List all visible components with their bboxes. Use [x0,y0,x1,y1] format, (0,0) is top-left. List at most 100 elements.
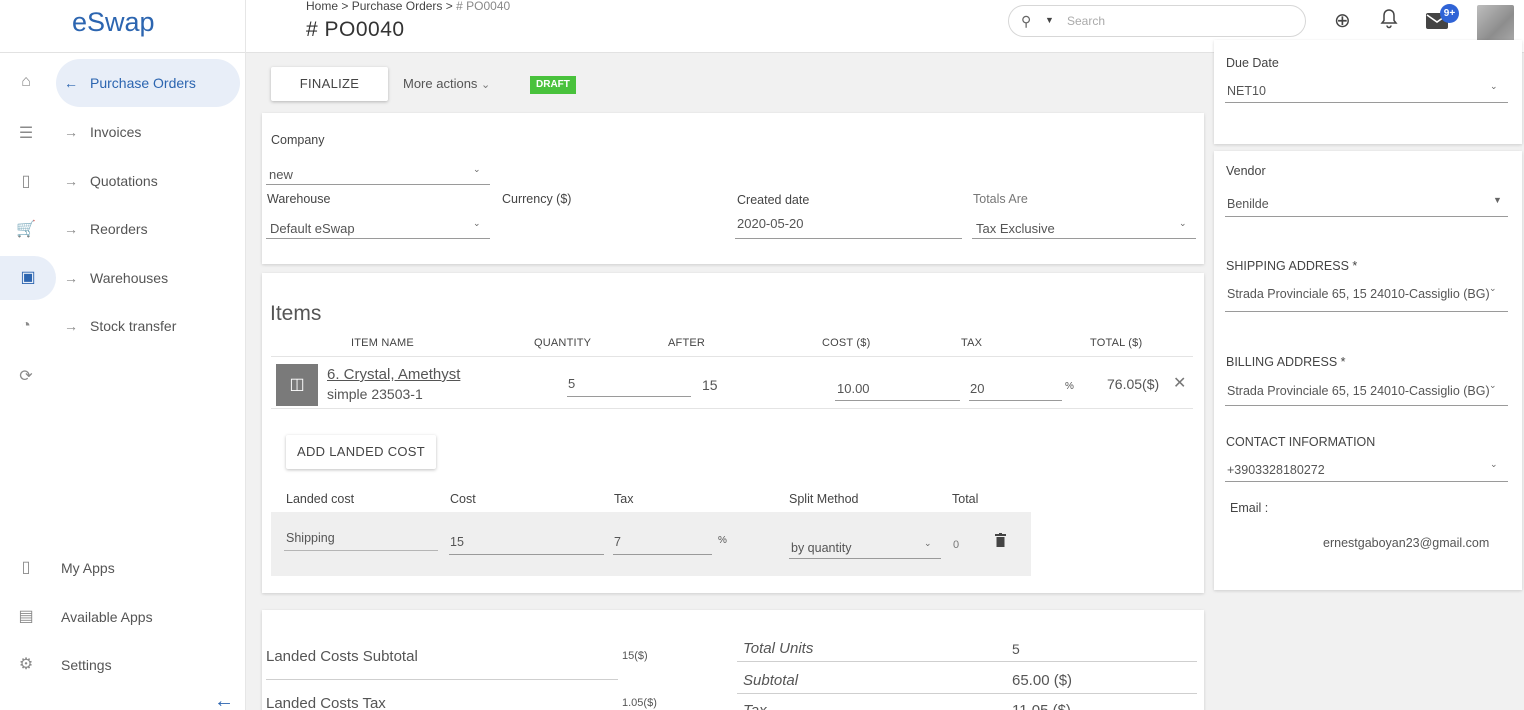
chevron-down-icon[interactable]: ⌄ [473,164,481,175]
warehouse-label: Warehouse [267,192,331,206]
col-cost: COST ($) [822,337,871,349]
items-header-divider [271,356,1193,357]
billing-address-label: BILLING ADDRESS * [1226,355,1346,369]
chevron-down-icon[interactable]: ⌄ [1489,380,1497,391]
breadcrumb: Home > Purchase Orders > # PO0040 [306,0,510,13]
warehouse-select[interactable]: Default eSwap [270,221,355,236]
sidebar-item-purchase-orders[interactable]: ← Purchase Orders [56,59,240,107]
quantity-underline [567,396,691,397]
sync-icon[interactable]: ⟳ [16,366,36,386]
tax-input[interactable]: 20 [970,381,984,396]
subtotal-label: Subtotal [743,672,799,689]
split-method-select[interactable]: by quantity [791,541,851,555]
add-circle-icon[interactable]: ⊕ [1334,8,1351,33]
sidebar-item-quotations[interactable]: → Quotations [56,157,240,205]
due-date-select[interactable]: NET10 [1227,84,1266,98]
sidebar-item-label: Invoices [90,124,142,140]
chevron-down-icon[interactable]: ⌄ [1179,218,1187,229]
sidebar-available-apps[interactable]: ▤ Available Apps [0,597,246,637]
breadcrumb-separator: > [341,0,349,13]
warehouse-underline [266,238,490,239]
created-date-field[interactable]: 2020-05-20 [737,216,804,231]
app-logo[interactable]: eSwap [72,7,155,38]
created-date-label: Created date [737,193,810,207]
back-arrow-icon: ← [64,75,78,91]
cost-input[interactable]: 10.00 [837,381,870,396]
sidebar-item-warehouses[interactable]: → Warehouses [56,254,240,302]
cart-icon[interactable]: 🛒 [16,219,36,239]
tablet-icon: ▯ [21,559,31,576]
shipping-address-select[interactable]: Strada Provinciale 65, 15 24010-Cassigli… [1227,287,1497,301]
shipping-address-label: SHIPPING ADDRESS * [1226,259,1358,273]
delete-trash-icon[interactable] [995,533,1006,550]
search-input[interactable] [1067,12,1287,30]
quantity-input[interactable]: 5 [568,376,575,391]
notification-count-badge[interactable]: 9+ [1440,4,1459,23]
chevron-down-icon[interactable]: ⌄ [473,218,481,229]
col-item-name: ITEM NAME [351,337,414,349]
order-details-card [262,113,1204,264]
product-box-icon: ◫ [276,364,318,406]
after-value: 15 [702,377,718,393]
search-icon[interactable]: ⚲ [1021,13,1031,30]
email-value: ernestgaboyan23@gmail.com [1323,536,1490,550]
split-method-underline [789,558,941,559]
sidebar-my-apps[interactable]: ▯ My Apps [0,548,246,588]
company-select[interactable]: new [269,167,293,182]
contact-info-underline [1225,481,1508,482]
status-badge: DRAFT [530,76,576,94]
sidebar-item-label: Quotations [90,173,158,189]
landed-cost-underline [449,554,604,555]
landed-tax-label: Landed Costs Tax [266,695,386,710]
logo-area: eSwap [0,0,246,53]
breadcrumb-home[interactable]: Home [306,0,338,13]
page-title: # PO0040 [306,18,405,41]
due-date-underline [1225,102,1508,103]
landed-tax-input[interactable]: 7 [614,535,621,549]
layers-icon[interactable]: ☰ [16,123,36,143]
tablet-icon[interactable]: ▯ [16,171,36,191]
total-units-label: Total Units [743,640,814,657]
contact-info-select[interactable]: +3903328180272 [1227,463,1325,477]
search-box[interactable]: ⚲ ▼ [1008,5,1306,37]
tax-underline [969,400,1062,401]
notification-bell-icon[interactable] [1380,9,1398,35]
chevron-down-icon[interactable]: ⌄ [1490,459,1498,470]
pie-chart-icon[interactable]: ◔ [16,317,36,335]
vendor-label: Vendor [1226,164,1266,178]
chevron-down-icon[interactable]: ⌄ [1489,283,1497,294]
chevron-down-icon[interactable]: ⌄ [924,538,932,549]
inbox-icon[interactable]: ▣ [0,256,56,300]
sidebar-item-label: Purchase Orders [90,75,196,91]
chevron-down-icon[interactable]: ▼ [1493,195,1502,205]
arrow-right-icon: → [64,318,78,334]
contact-info-label: CONTACT INFORMATION [1226,435,1376,449]
summary-divider [737,661,1197,662]
col-after: AFTER [668,337,706,349]
search-scope-caret-icon[interactable]: ▼ [1045,15,1054,25]
landed-cost-input[interactable]: 15 [450,535,464,549]
item-name-link[interactable]: 6. Crystal, Amethyst [327,366,460,383]
sidebar-item-reorders[interactable]: → Reorders [56,205,240,253]
sidebar-item-stock-transfer[interactable]: → Stock transfer [56,302,240,350]
landed-cost-name-input[interactable]: Shipping [286,531,335,545]
chevron-down-icon: ⌄ [481,79,491,91]
sidebar-settings[interactable]: ⚙ Settings [0,645,246,685]
landed-subtotal-value: 15($) [622,650,648,662]
more-actions-menu[interactable]: More actions ⌄ [403,76,490,91]
add-landed-cost-button[interactable]: ADD LANDED COST [286,435,436,469]
user-avatar[interactable] [1477,5,1514,43]
totals-are-select[interactable]: Tax Exclusive [976,221,1055,236]
breadcrumb-purchase-orders[interactable]: Purchase Orders [352,0,443,13]
collapse-sidebar-icon[interactable]: ← [214,690,234,710]
remove-item-icon[interactable]: ✕ [1173,373,1186,393]
billing-address-select[interactable]: Strada Provinciale 65, 15 24010-Cassigli… [1227,384,1497,398]
totals-are-underline [972,238,1196,239]
row-total: 76.05($) [1107,376,1160,392]
vendor-select[interactable]: Benilde [1227,197,1269,211]
sidebar-item-invoices[interactable]: → Invoices [56,108,240,156]
sidebar-item-label: Reorders [90,221,148,237]
chevron-down-icon[interactable]: ⌄ [1490,81,1498,92]
home-icon[interactable]: ⌂ [16,73,36,91]
finalize-button[interactable]: FINALIZE [271,67,388,101]
